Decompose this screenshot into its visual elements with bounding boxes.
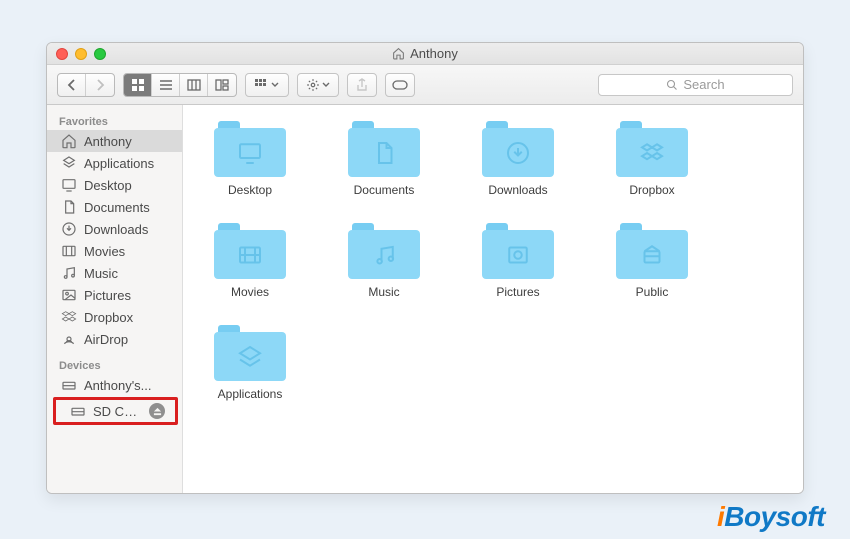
folder-label: Movies xyxy=(231,285,269,299)
sidebar-item-label: Pictures xyxy=(84,288,172,303)
home-icon xyxy=(61,133,77,149)
list-view-button[interactable] xyxy=(152,74,180,96)
window-title: Anthony xyxy=(47,46,803,61)
sidebar-item-label: AirDrop xyxy=(84,332,172,347)
eject-button[interactable] xyxy=(149,403,165,419)
folder-documents[interactable]: Documents xyxy=(341,121,427,197)
download-icon xyxy=(61,221,77,237)
folder-downloads[interactable]: Downloads xyxy=(475,121,561,197)
sidebar-item-anthony[interactable]: Anthony xyxy=(47,130,182,152)
movies-icon xyxy=(61,243,77,259)
sidebar-item-label: Movies xyxy=(84,244,172,259)
folder-icon xyxy=(482,121,554,177)
minimize-button[interactable] xyxy=(75,48,87,60)
favorites-header: Favorites xyxy=(47,112,182,130)
sidebar-item-label: Music xyxy=(84,266,172,281)
drive-icon xyxy=(61,377,77,393)
folder-icon xyxy=(214,325,286,381)
devices-header: Devices xyxy=(47,356,182,374)
nav-buttons xyxy=(57,73,115,97)
pictures-icon xyxy=(61,287,77,303)
search-input[interactable]: Search xyxy=(598,74,793,96)
share-button[interactable] xyxy=(347,73,377,97)
folder-music[interactable]: Music xyxy=(341,223,427,299)
sidebar-item-dropbox[interactable]: Dropbox xyxy=(47,306,182,328)
finder-window: Anthony xyxy=(46,42,804,494)
doc-icon xyxy=(61,199,77,215)
close-button[interactable] xyxy=(56,48,68,60)
folder-label: Desktop xyxy=(228,183,272,197)
sidebar-item-downloads[interactable]: Downloads xyxy=(47,218,182,240)
share-icon xyxy=(356,78,368,92)
folder-label: Music xyxy=(368,285,399,299)
dropbox-icon xyxy=(61,309,77,325)
sidebar-item-movies[interactable]: Movies xyxy=(47,240,182,262)
sidebar-item-label: Documents xyxy=(84,200,172,215)
desktop-icon xyxy=(61,177,77,193)
view-mode-group xyxy=(123,73,237,97)
sidebar-device-sd-card[interactable]: SD Card xyxy=(56,400,175,422)
folder-public[interactable]: Public xyxy=(609,223,695,299)
sidebar-item-airdrop[interactable]: AirDrop xyxy=(47,328,182,350)
sidebar-item-applications[interactable]: Applications xyxy=(47,152,182,174)
window-controls xyxy=(56,48,106,60)
search-icon xyxy=(666,79,678,91)
sidebar-item-pictures[interactable]: Pictures xyxy=(47,284,182,306)
folder-icon xyxy=(214,223,286,279)
folder-label: Pictures xyxy=(496,285,539,299)
gallery-view-button[interactable] xyxy=(208,74,236,96)
folder-label: Applications xyxy=(218,387,283,401)
sidebar-item-documents[interactable]: Documents xyxy=(47,196,182,218)
folder-label: Downloads xyxy=(488,183,547,197)
drive-icon xyxy=(70,403,86,419)
watermark: iBoysoft xyxy=(717,501,825,533)
folder-label: Documents xyxy=(354,183,415,197)
highlight-box: SD Card xyxy=(53,397,178,425)
airdrop-icon xyxy=(61,331,77,347)
back-button[interactable] xyxy=(58,74,86,96)
folder-movies[interactable]: Movies xyxy=(207,223,293,299)
folder-desktop[interactable]: Desktop xyxy=(207,121,293,197)
sidebar-item-music[interactable]: Music xyxy=(47,262,182,284)
content-area: Desktop Documents Downloads Dropbox Movies Mu… xyxy=(183,105,803,493)
home-icon xyxy=(392,47,405,60)
folder-applications[interactable]: Applications xyxy=(207,325,293,401)
sidebar-item-label: Desktop xyxy=(84,178,172,193)
sidebar-item-label: Anthony's... xyxy=(84,378,172,393)
icon-view-button[interactable] xyxy=(124,74,152,96)
action-button[interactable] xyxy=(297,73,339,97)
folder-icon xyxy=(482,223,554,279)
folder-icon xyxy=(348,121,420,177)
sidebar-item-label: Anthony xyxy=(84,134,172,149)
apps-icon xyxy=(61,155,77,171)
folder-dropbox[interactable]: Dropbox xyxy=(609,121,695,197)
column-view-button[interactable] xyxy=(180,74,208,96)
folder-icon xyxy=(616,121,688,177)
sidebar-item-label: Dropbox xyxy=(84,310,172,325)
arrange-button[interactable] xyxy=(245,73,289,97)
tags-button[interactable] xyxy=(385,73,415,97)
folder-icon xyxy=(348,223,420,279)
sidebar-item-label: SD Card xyxy=(93,404,142,419)
folder-pictures[interactable]: Pictures xyxy=(475,223,561,299)
toolbar: Search xyxy=(47,65,803,105)
sidebar-device-anthony-s-[interactable]: Anthony's... xyxy=(47,374,182,396)
tag-icon xyxy=(392,79,408,91)
sidebar-item-label: Applications xyxy=(84,156,172,171)
folder-icon xyxy=(616,223,688,279)
titlebar: Anthony xyxy=(47,43,803,65)
sidebar-item-desktop[interactable]: Desktop xyxy=(47,174,182,196)
forward-button[interactable] xyxy=(86,74,114,96)
folder-label: Dropbox xyxy=(629,183,674,197)
sidebar-item-label: Downloads xyxy=(84,222,172,237)
zoom-button[interactable] xyxy=(94,48,106,60)
folder-icon xyxy=(214,121,286,177)
folder-label: Public xyxy=(636,285,669,299)
gear-icon xyxy=(306,78,320,92)
sidebar: Favorites Anthony Applications Desktop Docu… xyxy=(47,105,183,493)
music-icon xyxy=(61,265,77,281)
